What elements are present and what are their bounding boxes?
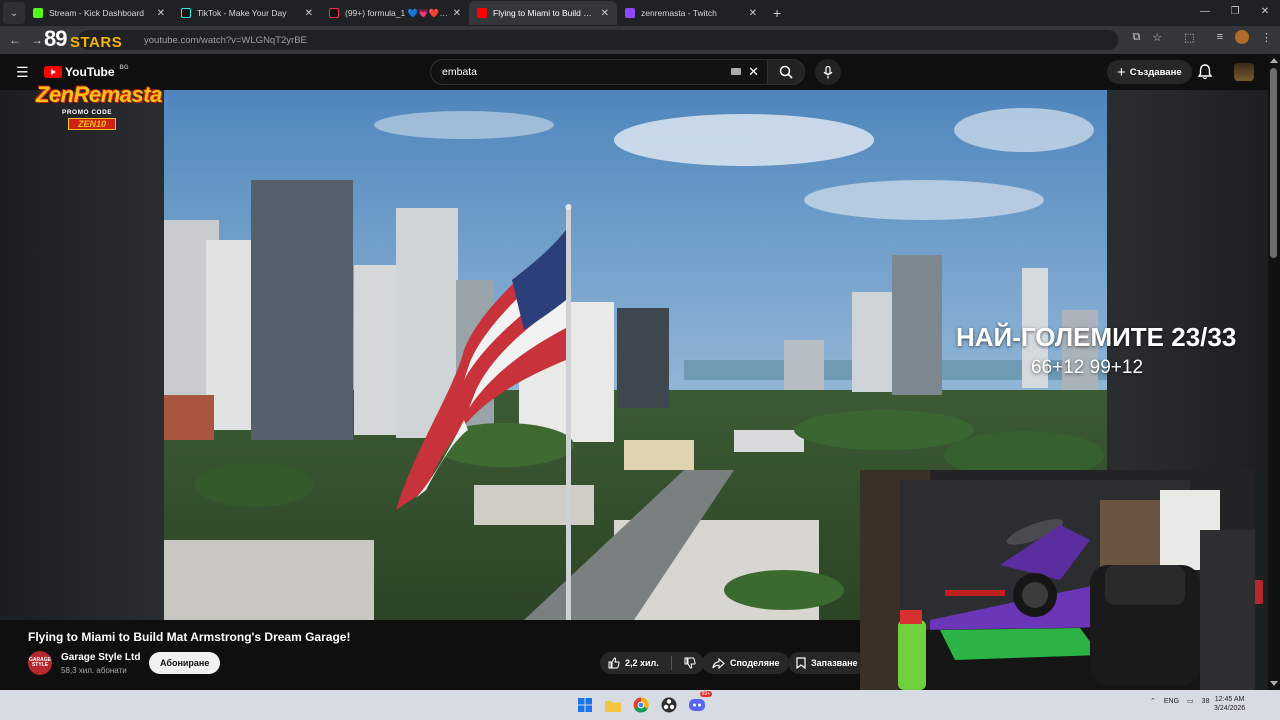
address-bar: ← → youtube.com/watch?v=WLGNqT2yrBE ⧉ ☆ … [0,26,1280,54]
file-explorer-icon[interactable] [602,694,624,716]
create-button[interactable]: + Създаване [1107,60,1192,84]
overlay-subtitle: 66+12 99+12 [1031,357,1144,378]
scroll-down-icon[interactable] [1270,681,1278,686]
stream-overlay-logo: 89 STARS ZenRemasta PROMO CODE ZEN10 [36,26,162,130]
video-title: Flying to Miami to Build Mat Armstrong's… [28,630,351,644]
like-dislike-group: 2,2 хил. [600,652,704,674]
tiktok-favicon-icon [329,8,339,18]
browser-toolbar: ⧉ ☆ ⬚ ≡ ⋮ [1132,30,1272,44]
back-arrow-icon[interactable]: ← [4,33,26,47]
close-tab-icon[interactable]: ✕ [157,8,165,19]
screen: ⌄ Stream - Kick Dashboard ✕ TikTok - Mak… [0,0,1280,720]
keyboard-icon[interactable] [731,68,741,75]
chrome-icon[interactable] [630,694,652,716]
notifications-bell-icon[interactable] [1196,63,1214,81]
webcam-frame [860,470,1255,690]
subscriber-count: 58,3 хил. абонати [61,666,127,675]
microphone-icon [823,65,833,78]
taskbar-apps: 99+ [574,691,712,716]
share-arrow-icon [712,657,725,669]
channel-name[interactable]: Garage Style Ltd [61,652,140,663]
browser-tab-bar: ⌄ Stream - Kick Dashboard ✕ TikTok - Mak… [0,0,1280,26]
tray-overflow-icon[interactable]: ⌃ [1150,697,1156,705]
like-divider [670,656,672,670]
system-tray: ⌃ ENG ▭ 38 [1150,697,1210,706]
video-info-panel: Flying to Miami to Build Mat Armstrong's… [0,620,866,690]
scrollbar-thumb[interactable] [1270,68,1277,258]
youtube-favicon-icon [477,8,487,18]
extensions-icon[interactable]: ⬚ [1184,31,1194,44]
language-indicator[interactable]: ENG [1164,698,1179,705]
plus-icon: + [1117,63,1126,81]
tab-youtube-video[interactable]: Flying to Miami to Build Mat Ar... ✕ [469,1,617,25]
install-app-icon[interactable]: ⧉ [1132,31,1140,44]
tray-count[interactable]: 38 [1202,698,1210,705]
bookmark-icon [796,657,806,669]
close-tab-icon[interactable]: ✕ [601,8,609,19]
share-button[interactable]: Споделяне [702,652,790,674]
media-controls-icon[interactable]: ≡ [1217,31,1223,43]
system-clock[interactable]: 12:45 AM 3/24/2026 [1214,695,1245,713]
close-tab-icon[interactable]: ✕ [749,8,757,19]
hamburger-menu-icon[interactable]: ☰ [16,64,29,81]
maximize-icon[interactable]: ❐ [1220,0,1250,24]
bookmark-star-icon[interactable]: ☆ [1152,31,1162,44]
channel-avatar[interactable]: GARAGE STYLE [28,651,52,675]
webcam-overlay [860,470,1255,690]
close-window-icon[interactable]: ✕ [1250,0,1280,24]
url-input[interactable]: youtube.com/watch?v=WLGNqT2yrBE [78,30,1118,50]
tab-search-button[interactable]: ⌄ [3,2,25,24]
windows-start-icon[interactable] [574,694,596,716]
profile-avatar[interactable] [1235,30,1249,44]
scroll-up-icon[interactable] [1270,58,1278,63]
kick-favicon-icon [33,8,43,18]
account-avatar[interactable] [1234,63,1254,81]
search-input[interactable]: embata ✕ [430,59,768,85]
browser-menu-icon[interactable]: ⋮ [1261,31,1272,44]
subscribe-button[interactable]: Абониране [149,652,221,674]
dislike-thumb-icon[interactable] [684,657,696,669]
windows-taskbar: 99+ ⌃ ENG ▭ 38 12:45 AM 3/24/2026 [0,690,1280,720]
search-button[interactable] [767,59,805,85]
like-count[interactable]: 2,2 хил. [625,658,659,668]
voice-search-button[interactable] [815,59,841,85]
like-thumb-icon[interactable] [608,657,620,669]
new-tab-button[interactable]: + [773,5,781,21]
tiktok-favicon-icon [181,8,191,18]
obs-icon[interactable] [658,694,680,716]
close-tab-icon[interactable]: ✕ [305,8,313,19]
twitch-favicon-icon [625,8,635,18]
youtube-header: ☰ YouTube BG embata ✕ + Създаване [0,54,1280,90]
discord-icon[interactable]: 99+ [686,691,712,716]
stream-overlay-text: НАЙ-ГОЛЕМИТЕ 23/33 66+12 99+12 [956,322,1280,379]
minimize-icon[interactable]: — [1190,0,1220,24]
search-icon [779,65,793,79]
clear-search-icon[interactable]: ✕ [748,64,759,80]
tab-tiktok-formula1[interactable]: (99+) formula_1 💙💗❤️ (@re... ✕ [321,1,469,25]
window-controls: — ❐ ✕ [1190,0,1280,24]
save-button[interactable]: Запазване [788,652,866,674]
tab-tiktok[interactable]: TikTok - Make Your Day ✕ [173,1,321,25]
discord-notification-badge: 99+ [699,691,712,697]
tab-twitch[interactable]: zenremasta - Twitch ✕ [617,1,765,25]
overlay-title: НАЙ-ГОЛЕМИТЕ 23/33 [956,322,1237,352]
close-tab-icon[interactable]: ✕ [453,8,461,19]
tray-network-icon[interactable]: ▭ [1187,697,1194,705]
